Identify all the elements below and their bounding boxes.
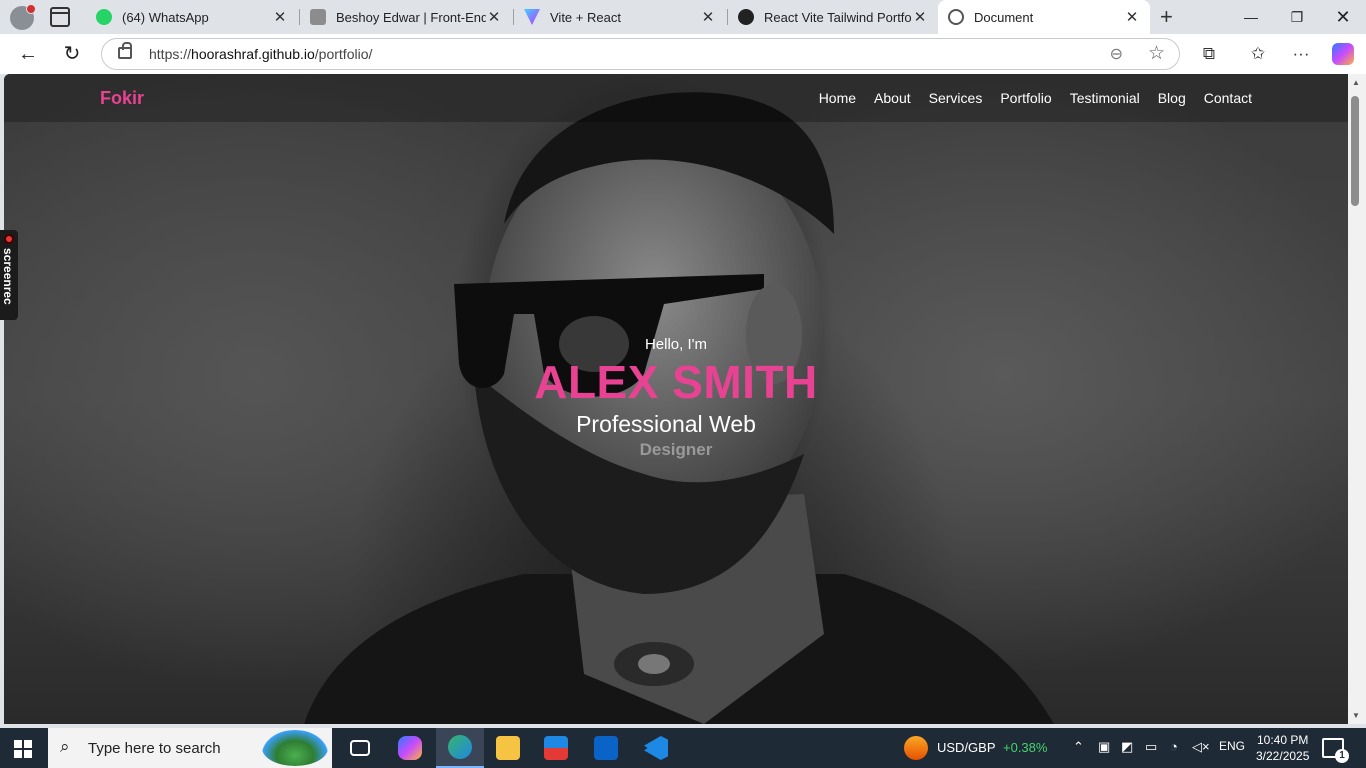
search-icon: ⌕ — [60, 737, 70, 756]
globe-icon — [948, 9, 964, 25]
nav-contact[interactable]: Contact — [1204, 90, 1252, 106]
nav-services[interactable]: Services — [929, 90, 983, 106]
vscode-icon[interactable] — [632, 728, 680, 768]
taskbar: ⌕ Type here to search USD/GBP +0.38% ⌃ ▣… — [0, 728, 1366, 768]
vite-icon — [524, 9, 540, 25]
windows-start-icon[interactable] — [14, 740, 32, 758]
hero-greeting: Hello, I'm — [644, 336, 708, 353]
whatsapp-icon — [96, 9, 112, 25]
language-indicator[interactable]: ENG — [1219, 739, 1245, 753]
record-icon — [4, 234, 14, 244]
copilot-taskbar-icon[interactable] — [386, 728, 434, 768]
meet-now-icon[interactable]: ▣ — [1098, 739, 1110, 755]
tab-title: Beshoy Edwar | Front-End Web — [336, 9, 486, 25]
file-explorer-icon[interactable] — [484, 728, 532, 768]
address-bar[interactable]: https://hoorashraf.github.io/portfolio/ … — [101, 38, 1180, 70]
tab-whatsapp[interactable]: (64) WhatsApp ✕ — [86, 0, 298, 34]
nav-blog[interactable]: Blog — [1158, 90, 1186, 106]
hero-name: ALEX SMITH — [534, 356, 818, 408]
url-text[interactable]: https://hoorashraf.github.io/portfolio/ — [149, 46, 372, 62]
tab-beshoy[interactable]: Beshoy Edwar | Front-End Web ✕ — [300, 0, 512, 34]
more-menu-icon[interactable]: ··· — [1289, 42, 1313, 66]
tab-react-portfolio[interactable]: React Vite Tailwind Portfolio ✕ — [728, 0, 938, 34]
url-host: hoorashraf.github.io — [191, 46, 315, 62]
browser-toolbar: ← ↻ https://hoorashraf.github.io/portfol… — [0, 34, 1366, 74]
site-favicon — [310, 9, 326, 25]
scroll-up-icon[interactable]: ▲ — [1352, 78, 1360, 87]
nav-portfolio[interactable]: Portfolio — [1000, 90, 1051, 106]
favorite-star-icon[interactable]: ☆ — [1148, 42, 1165, 65]
scrollbar-thumb[interactable] — [1351, 96, 1359, 206]
lock-icon[interactable] — [118, 42, 132, 59]
ticker-change[interactable]: +0.38% — [1003, 740, 1047, 755]
search-highlight-icon — [262, 730, 328, 766]
page-scrollbar[interactable]: ▲ ▼ — [1348, 74, 1366, 724]
back-icon[interactable]: ← — [14, 40, 42, 68]
minimize-icon[interactable]: — — [1228, 0, 1274, 34]
battery-icon[interactable]: ▭ — [1145, 739, 1157, 755]
tray-chevron-icon[interactable]: ⌃ — [1073, 739, 1084, 755]
site-menu: Home About Services Portfolio Testimonia… — [819, 90, 1252, 106]
close-icon[interactable]: ✕ — [700, 8, 716, 26]
hero-role-typed: Designer — [639, 440, 713, 459]
store-icon[interactable] — [532, 728, 580, 768]
close-icon[interactable]: ✕ — [272, 8, 288, 26]
site-logo[interactable]: Fokir — [100, 88, 144, 109]
outlook-icon[interactable] — [582, 728, 630, 768]
tab-strip: (64) WhatsApp ✕ Beshoy Edwar | Front-End… — [0, 0, 1366, 34]
task-view-icon[interactable] — [336, 728, 384, 768]
security-icon[interactable]: ◩ — [1121, 739, 1133, 755]
favorites-icon[interactable]: ✩ — [1246, 42, 1270, 66]
system-clock[interactable]: 10:40 PM 3/22/2025 — [1256, 732, 1309, 764]
screenrec-widget[interactable]: screenrec — [0, 230, 18, 320]
page-viewport: Fokir Home About Services Portfolio Test… — [4, 74, 1348, 724]
restore-icon[interactable]: ❐ — [1274, 0, 1320, 34]
notification-center-icon[interactable]: 1 — [1322, 738, 1349, 763]
clock-date: 3/22/2025 — [1256, 749, 1310, 763]
stock-widget-icon[interactable] — [904, 736, 928, 760]
screenrec-label: screenrec — [1, 248, 15, 305]
hero-text: Hello, I'm ALEX SMITH Professional Web D… — [4, 336, 1348, 460]
nav-about[interactable]: About — [874, 90, 911, 106]
wifi-icon[interactable]: ◔ — [1170, 739, 1178, 754]
notification-count: 1 — [1335, 749, 1349, 763]
tab-actions-icon[interactable] — [50, 7, 70, 27]
clock-time: 10:40 PM — [1257, 733, 1309, 747]
tab-title: React Vite Tailwind Portfolio — [764, 9, 912, 25]
search-placeholder: Type here to search — [88, 740, 221, 757]
nav-home[interactable]: Home — [819, 90, 856, 106]
ticker-label[interactable]: USD/GBP — [937, 740, 996, 755]
tab-document[interactable]: Document ✕ — [938, 0, 1150, 34]
tab-title: (64) WhatsApp — [122, 9, 209, 25]
hero-role: Professional Web — [576, 411, 756, 437]
url-path: /portfolio/ — [314, 46, 373, 62]
volume-icon[interactable]: ◁× — [1192, 739, 1210, 755]
close-icon[interactable]: ✕ — [486, 8, 502, 26]
new-tab-icon[interactable]: + — [1160, 4, 1173, 30]
window-close-icon[interactable]: ✕ — [1320, 0, 1366, 34]
zoom-icon[interactable]: ⊖ — [1110, 44, 1123, 64]
site-navbar: Fokir Home About Services Portfolio Test… — [4, 74, 1348, 122]
tab-title: Vite + React — [550, 9, 621, 25]
tab-vite-react[interactable]: Vite + React ✕ — [514, 0, 726, 34]
github-icon — [738, 9, 754, 25]
close-icon[interactable]: ✕ — [1124, 8, 1140, 26]
profile-avatar-icon[interactable] — [10, 4, 36, 30]
close-icon[interactable]: ✕ — [912, 8, 928, 26]
nav-testimonial[interactable]: Testimonial — [1070, 90, 1140, 106]
url-scheme: https:// — [149, 46, 192, 62]
taskbar-search[interactable]: ⌕ Type here to search — [48, 728, 332, 768]
edge-taskbar-icon[interactable] — [436, 728, 484, 768]
copilot-icon[interactable] — [1332, 43, 1354, 65]
tab-title: Document — [974, 9, 1034, 25]
refresh-icon[interactable]: ↻ — [58, 40, 86, 68]
scroll-down-icon[interactable]: ▼ — [1352, 711, 1360, 720]
extensions-icon[interactable]: ⧉ — [1197, 42, 1221, 66]
